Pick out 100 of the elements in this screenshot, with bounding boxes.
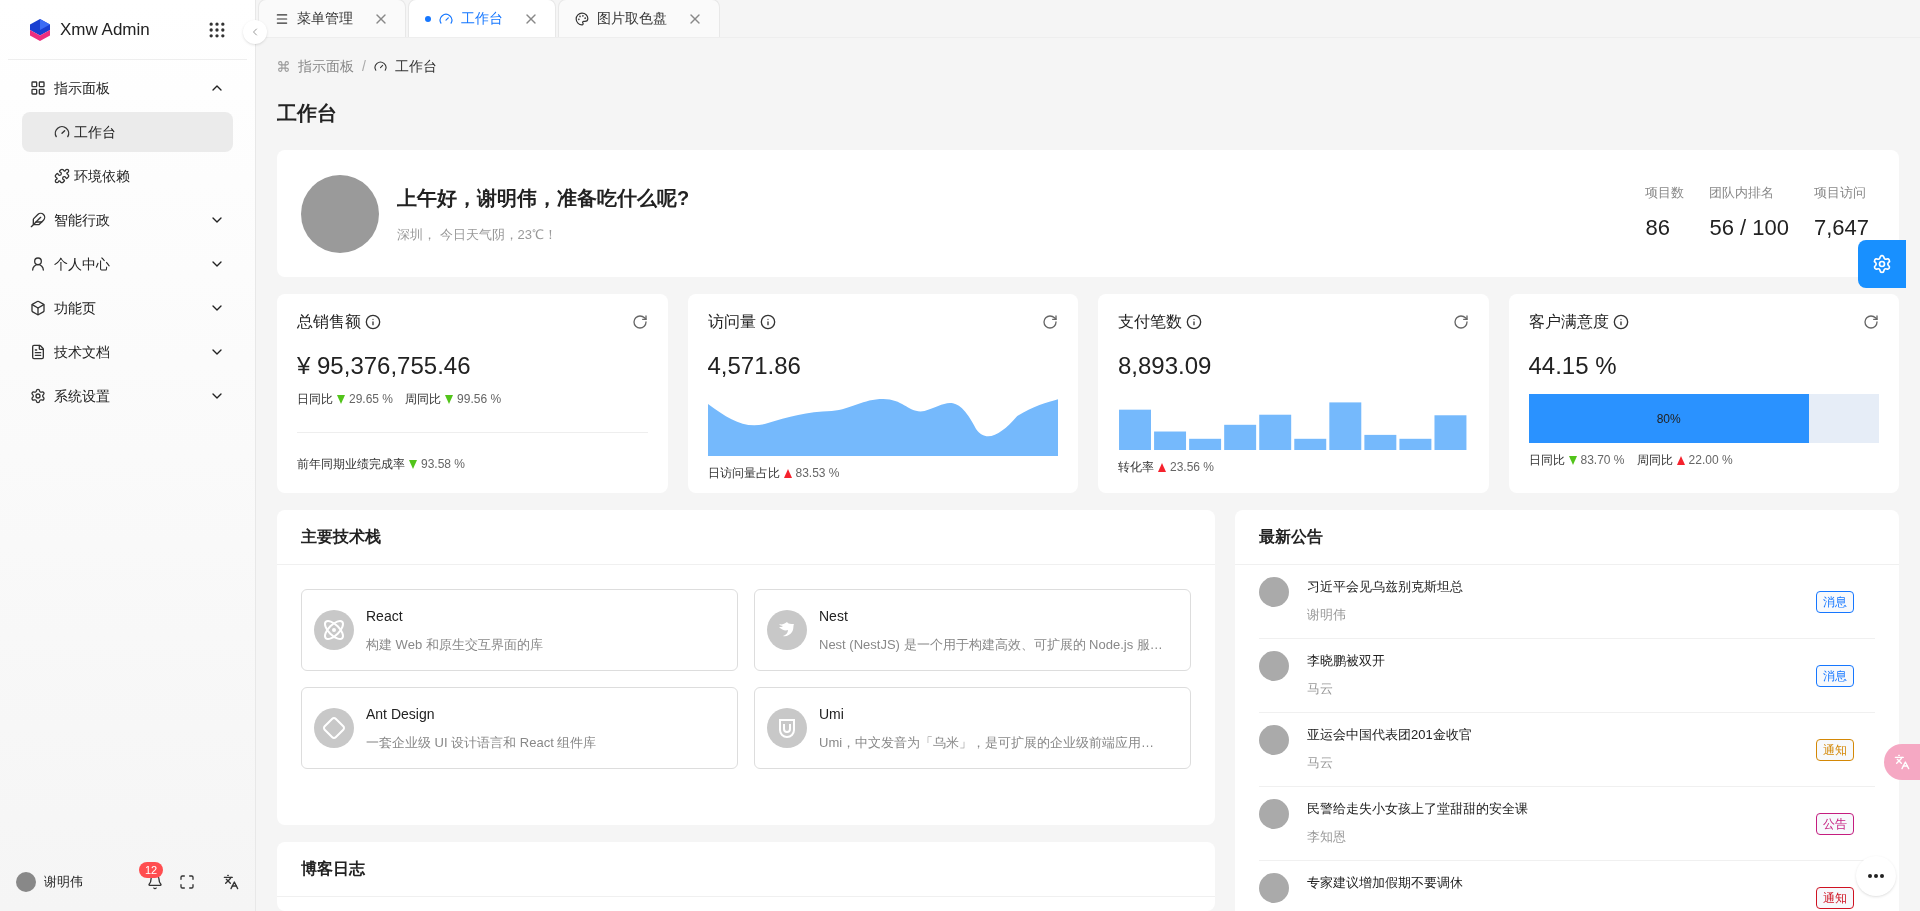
chart-bar	[1154, 431, 1187, 450]
menu-item-label: 技术文档	[54, 342, 110, 362]
menu-item-icon	[30, 388, 46, 404]
announcement-author: 马云	[1307, 753, 1334, 772]
trend-label: 日同比	[297, 391, 333, 408]
announcement-title[interactable]: 民警给走失小女孩上了堂甜甜的安全课	[1307, 799, 1528, 819]
trend-label: 前年同期业绩完成率	[297, 456, 405, 473]
announcement-tag: 消息	[1816, 590, 1854, 613]
trend-value: 83.70 %	[1580, 452, 1625, 469]
card-title: 访问量	[707, 312, 756, 332]
chart-bar	[1434, 415, 1467, 450]
tab[interactable]: 图片取色盘	[558, 0, 720, 37]
trend-label: 周同比	[405, 391, 442, 408]
submenu-item-label: 环境依赖	[74, 166, 130, 186]
greeting: 上午好，谢明伟，准备吃什么呢?	[397, 185, 690, 211]
avatar	[1259, 873, 1289, 903]
submenu-item[interactable]: 环境依赖	[22, 156, 233, 196]
menu-item[interactable]: 智能行政	[22, 200, 233, 240]
more-icon	[1868, 874, 1884, 878]
trend-label: 周同比	[1636, 452, 1673, 469]
progress-label: 80%	[1656, 410, 1681, 428]
tab-icon	[575, 11, 589, 26]
refresh-icon[interactable]	[1042, 314, 1058, 330]
announcement-title[interactable]: 李晓鹏被双开	[1307, 651, 1385, 671]
menu-item[interactable]: 指示面板	[22, 68, 233, 108]
menu-item-label: 个人中心	[54, 254, 110, 274]
tech-item-card[interactable]: Umi Umi，中文发音为「乌米」，是可扩展的企业级前端应用…	[754, 687, 1191, 769]
stat-label: 团队内排名	[1709, 184, 1776, 203]
breadcrumb-current: 工作台	[394, 56, 437, 76]
tech-name: React	[366, 606, 404, 626]
stat-label: 项目访问	[1813, 184, 1867, 203]
tab-icon	[275, 11, 289, 26]
menu-item[interactable]: 技术文档	[22, 332, 233, 372]
avatar[interactable]	[16, 872, 36, 892]
tech-item-card[interactable]: React 构建 Web 和原生交互界面的库	[301, 589, 738, 671]
tab-label: 菜单管理	[297, 9, 353, 28]
announcement-author: 李知恩	[1307, 827, 1347, 846]
tech-description: Nest (NestJS) 是一个用于构建高效、可扩展的 Node.js 服…	[819, 635, 1163, 654]
menu-item-icon	[30, 212, 46, 228]
stat-value: ¥ 95,376,755.46	[297, 351, 472, 381]
breadcrumb-icon	[277, 59, 290, 73]
chart-bar	[1224, 424, 1257, 450]
stat-value: 4,571.86	[707, 351, 802, 381]
stat-value: 8,893.09	[1118, 351, 1213, 381]
trend-label: 转化率	[1118, 459, 1154, 476]
tech-item-card[interactable]: Nest Nest (NestJS) 是一个用于构建高效、可扩展的 Node.js 服…	[754, 589, 1191, 671]
menu-item[interactable]: 功能页	[22, 288, 233, 328]
submenu-item[interactable]: 工作台	[22, 112, 233, 152]
announcement-title[interactable]: 亚运会中国代表团201金收官	[1307, 725, 1472, 745]
page-title: 工作台	[277, 101, 338, 126]
trend-value: 99.56 %	[457, 391, 502, 408]
info-icon[interactable]	[759, 314, 776, 330]
trend-value: 22.00 %	[1688, 452, 1733, 469]
tech-name: Ant Design	[366, 704, 436, 724]
info-icon[interactable]	[1186, 314, 1202, 330]
tab[interactable]: 工作台	[408, 0, 556, 37]
menu-item[interactable]: 个人中心	[22, 244, 233, 284]
stat-label: 项目数	[1645, 184, 1685, 203]
trend-label: 日同比	[1528, 452, 1565, 469]
chart-bar	[1399, 438, 1432, 450]
announcement-title[interactable]: 习近平会见乌兹别克斯坦总	[1307, 577, 1463, 597]
menu-item-label: 指示面板	[54, 78, 110, 98]
submenu-item-label: 工作台	[74, 122, 116, 142]
announcement-title[interactable]: 专家建议增加假期不要调休	[1307, 873, 1463, 893]
tech-description: 构建 Web 和原生交互界面的库	[366, 635, 543, 654]
info-icon[interactable]	[365, 314, 381, 330]
avatar	[1259, 799, 1289, 829]
menu-item-icon	[30, 256, 46, 272]
settings-icon	[1872, 254, 1892, 274]
menu-item-label: 功能页	[54, 298, 96, 318]
tech-item-card[interactable]: Ant Design 一套企业级 UI 设计语言和 React 组件库	[301, 687, 738, 769]
menu-item-icon	[30, 300, 46, 316]
trend-value: 93.58 %	[421, 456, 466, 473]
announcement-tag: 通知	[1816, 738, 1854, 761]
trend-value: 23.56 %	[1170, 459, 1215, 476]
chart-bar	[1329, 402, 1362, 450]
weather-text: 深圳， 今日天气阴，23℃！	[397, 225, 559, 244]
card-title: 最新公告	[1235, 510, 1899, 565]
notification-badge: 12	[139, 862, 164, 878]
menu-item[interactable]: 系统设置	[22, 376, 233, 416]
trend-value: 83.53 %	[795, 465, 840, 482]
tab[interactable]: 菜单管理	[258, 0, 406, 37]
translate-icon[interactable]	[223, 874, 239, 890]
fullscreen-icon[interactable]	[179, 874, 195, 890]
settings-button[interactable]	[1858, 240, 1906, 288]
submenu-item-icon	[54, 168, 70, 184]
menu-item-label: 智能行政	[54, 210, 110, 230]
refresh-icon[interactable]	[631, 314, 648, 330]
refresh-icon[interactable]	[1452, 314, 1469, 330]
announcement-tag: 通知	[1816, 886, 1854, 909]
announcement-tag: 消息	[1816, 664, 1854, 687]
stat-value: 44.15 %	[1528, 351, 1618, 381]
refresh-icon[interactable]	[1863, 314, 1879, 330]
chart-bar	[1294, 438, 1327, 450]
info-icon[interactable]	[1612, 314, 1629, 330]
menu-item-icon	[30, 344, 46, 360]
atom-logo-icon	[314, 610, 354, 650]
avatar	[1259, 577, 1289, 607]
tech-description: 一套企业级 UI 设计语言和 React 组件库	[366, 733, 597, 752]
breadcrumb-icon	[373, 59, 387, 73]
